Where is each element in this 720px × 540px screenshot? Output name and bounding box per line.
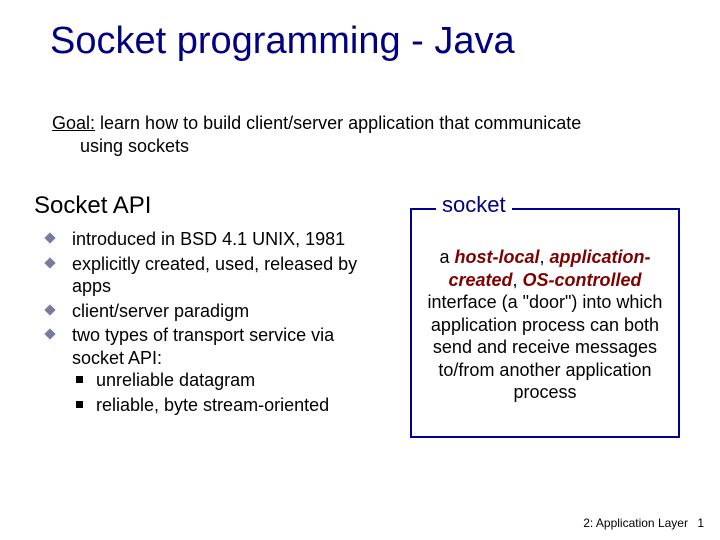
square-bullet-icon	[76, 401, 83, 408]
square-bullet-icon	[76, 376, 83, 383]
list-item: introduced in BSD 4.1 UNIX, 1981	[38, 228, 368, 251]
goal-line2: using sockets	[80, 135, 670, 158]
bullet-text: two types of transport service via socke…	[72, 325, 334, 368]
bullet-text: unreliable datagram	[96, 370, 255, 390]
footer: 2: Application Layer 1	[583, 516, 704, 530]
bullet-list: introduced in BSD 4.1 UNIX, 1981 explici…	[38, 228, 368, 418]
bullet-text: client/server paradigm	[72, 301, 249, 321]
bullet-text: explicitly created, used, released by ap…	[72, 254, 357, 297]
diamond-bullet-icon	[44, 304, 55, 315]
goal-text: Goal: learn how to build client/server a…	[52, 112, 670, 157]
subheading: Socket API	[34, 192, 151, 220]
list-item: two types of transport service via socke…	[38, 324, 368, 416]
definition-box-label: socket	[436, 192, 512, 218]
diamond-bullet-icon	[44, 232, 55, 243]
footer-chapter: 2: Application Layer	[583, 516, 688, 530]
list-item: client/server paradigm	[38, 300, 368, 323]
diamond-bullet-icon	[44, 257, 55, 268]
slide: Socket programming - Java Goal: learn ho…	[0, 0, 720, 540]
slide-title: Socket programming - Java	[50, 20, 515, 63]
host-local-term: host-local	[454, 247, 539, 267]
goal-label: Goal:	[52, 113, 95, 133]
sub-list-item: unreliable datagram	[72, 369, 368, 392]
definition-box-text: a host-local, application-created, OS-co…	[418, 246, 672, 404]
sub-list-item: reliable, byte stream-oriented	[72, 394, 368, 417]
list-item: explicitly created, used, released by ap…	[38, 253, 368, 298]
footer-page: 1	[697, 516, 704, 530]
os-controlled-term: OS-controlled	[523, 270, 642, 290]
bullet-text: reliable, byte stream-oriented	[96, 395, 329, 415]
diamond-bullet-icon	[44, 328, 55, 339]
bullet-text: introduced in BSD 4.1 UNIX, 1981	[72, 229, 345, 249]
goal-line1: learn how to build client/server applica…	[95, 113, 581, 133]
